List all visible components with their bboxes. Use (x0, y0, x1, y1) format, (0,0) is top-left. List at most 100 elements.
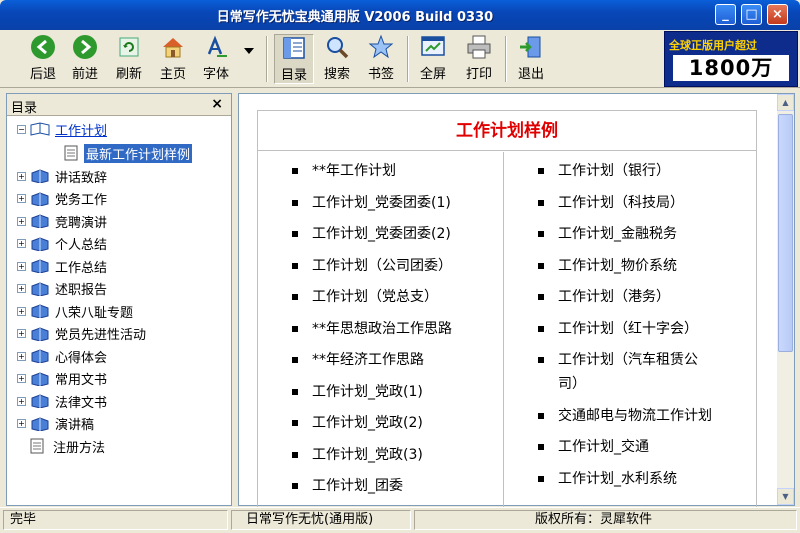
promo-banner[interactable]: 全球正版用户超过 1800万 (664, 31, 798, 87)
collapse-icon[interactable]: − (17, 124, 26, 134)
scroll-up-arrow-icon[interactable]: ▲ (777, 94, 794, 111)
document-link[interactable]: **年思想政治工作思路 (292, 318, 452, 338)
expand-icon[interactable]: + (17, 374, 26, 383)
document-link[interactable]: 交通邮电与物流工作计划 (538, 405, 712, 425)
vertical-scrollbar[interactable]: ▲ ▼ (777, 94, 794, 505)
print-button[interactable]: 打印 (462, 34, 496, 84)
expand-icon[interactable]: + (17, 306, 26, 316)
tree-node[interactable]: 注册方法 (17, 436, 105, 456)
toolbar-separator (505, 36, 507, 82)
tree-node[interactable]: + 常用文书 (17, 369, 107, 389)
tree-node[interactable]: + 工作总结 (17, 256, 107, 276)
tree-node[interactable]: + 讲话致辞 (17, 166, 107, 186)
exit-button[interactable]: 退出 (514, 34, 548, 84)
exit-label: 退出 (517, 67, 544, 82)
expand-icon[interactable]: + (17, 261, 26, 271)
tree-node[interactable]: + 法律文书 (17, 391, 107, 411)
document-link[interactable]: 工作计划（港务） (538, 286, 670, 306)
expand-icon[interactable]: + (17, 171, 26, 181)
close-button[interactable]: × (767, 4, 788, 25)
expand-icon[interactable]: + (17, 239, 26, 248)
scroll-thumb[interactable] (778, 114, 793, 352)
document-link[interactable]: 工作计划（红十字会） (538, 318, 698, 338)
search-button[interactable]: 搜索 (320, 34, 354, 84)
content-column-right: 工作计划（银行） 工作计划（科技局） 工作计划_金融税务工作计划_物价系统工作计划（… (504, 152, 756, 507)
status-app: 日常写作无忧(通用版) (231, 510, 411, 530)
banner-count: 1800万 (673, 55, 789, 81)
fullscreen-button[interactable]: 全屏 (416, 34, 450, 84)
document-link[interactable]: 司） (538, 373, 586, 393)
expand-icon[interactable]: + (17, 284, 26, 293)
home-button[interactable]: 主页 (156, 34, 190, 84)
expand-icon[interactable]: + (17, 419, 26, 428)
maximize-button[interactable]: □ (741, 4, 762, 25)
scroll-down-arrow-icon[interactable]: ▼ (777, 488, 794, 505)
expand-icon[interactable]: + (17, 194, 26, 203)
search-icon (324, 34, 350, 60)
document-link[interactable]: 工作计划（党总支） (292, 286, 438, 306)
document-link[interactable]: 工作计划_物价系统 (538, 255, 677, 275)
document-link[interactable]: 工作计划_交通 (538, 436, 649, 456)
tree-node[interactable]: + 八荣八耻专题 (17, 301, 133, 321)
tree-node[interactable]: + 竞聘演讲 (17, 211, 107, 231)
document-link[interactable]: **年经济工作思路 (292, 349, 424, 369)
document-link[interactable]: 工作计划_党政(2) (292, 412, 423, 432)
document-link[interactable]: 工作计划（汽车租赁公 (538, 349, 698, 369)
book-icon (31, 169, 49, 183)
document-link[interactable]: 工作计划_团委 (292, 475, 403, 495)
document-link[interactable]: 工作计划_党政(1) (292, 381, 423, 401)
tree-node-latest-samples[interactable]: 最新工作计划样例 (64, 143, 193, 163)
tree-node[interactable]: + 述职报告 (17, 279, 107, 299)
document-link[interactable]: 工作计划（银行） (538, 160, 670, 180)
tree-label: 法律文书 (55, 395, 108, 411)
book-icon (31, 326, 49, 341)
minimize-button[interactable]: _ (715, 4, 736, 25)
tree-node[interactable]: + 党员先进性活动 (17, 324, 146, 344)
bookmark-button[interactable]: 书签 (364, 34, 398, 84)
toc-pane-close-icon[interactable]: × (211, 96, 223, 112)
document-link-label: 工作计划（红十字会） (558, 321, 698, 337)
document-link-label: 工作计划_物价系统 (558, 258, 677, 274)
toc-pane: 目录 × − 工作计划 最新工作计划样例 + 讲话致辞 + 党务工作 + 竞聘演讲 + 个人总… (6, 93, 232, 506)
document-link[interactable]: 工作计划（科技局） (538, 192, 684, 212)
bullet-icon (538, 357, 544, 363)
toc-icon (281, 35, 307, 61)
refresh-button[interactable]: 刷新 (112, 34, 146, 84)
bullet-icon (538, 231, 544, 237)
tree-node[interactable]: + 心得体会 (17, 346, 107, 366)
bullet-icon (538, 168, 544, 174)
tree-node-work-plan[interactable]: − 工作计划 (17, 119, 107, 139)
bullet-icon (292, 231, 298, 237)
open-book-icon (30, 122, 50, 136)
document-link-label: 工作计划_党政(1) (312, 384, 423, 400)
back-button[interactable]: 后退 (26, 34, 60, 84)
tree-node[interactable]: + 党务工作 (17, 189, 107, 209)
document-link[interactable]: 工作计划_党委团委(2) (292, 223, 451, 243)
document-link[interactable]: 工作计划（公司团委） (292, 255, 452, 275)
book-icon (31, 214, 49, 228)
toc-button[interactable]: 目录 (274, 34, 314, 84)
font-button[interactable]: 字体 (199, 34, 233, 84)
tree-node[interactable]: + 个人总结 (17, 234, 107, 254)
document-link[interactable]: 工作计划_金融税务 (538, 223, 677, 243)
exit-door-icon (518, 34, 544, 60)
book-icon (31, 349, 49, 363)
document-link[interactable]: 工作计划_党委团委(1) (292, 192, 451, 212)
book-icon (31, 394, 49, 408)
document-link-label: 工作计划（科技局） (558, 195, 684, 211)
forward-button[interactable]: 前进 (68, 34, 102, 84)
home-label: 主页 (159, 67, 186, 82)
document-link[interactable]: 工作计划_党政(3) (292, 444, 423, 464)
tree-node[interactable]: + 演讲稿 (17, 414, 94, 434)
expand-icon[interactable]: + (17, 351, 26, 361)
document-link[interactable]: 工作计划_水利系统 (538, 468, 677, 488)
toolbar-separator (266, 36, 268, 82)
font-dropdown[interactable] (242, 48, 256, 98)
bullet-icon (292, 389, 298, 395)
book-icon (31, 416, 49, 431)
bullet-icon (538, 294, 544, 300)
document-link[interactable]: **年工作计划 (292, 160, 396, 180)
expand-icon[interactable]: + (17, 329, 26, 338)
expand-icon[interactable]: + (17, 396, 26, 406)
expand-icon[interactable]: + (17, 216, 26, 226)
